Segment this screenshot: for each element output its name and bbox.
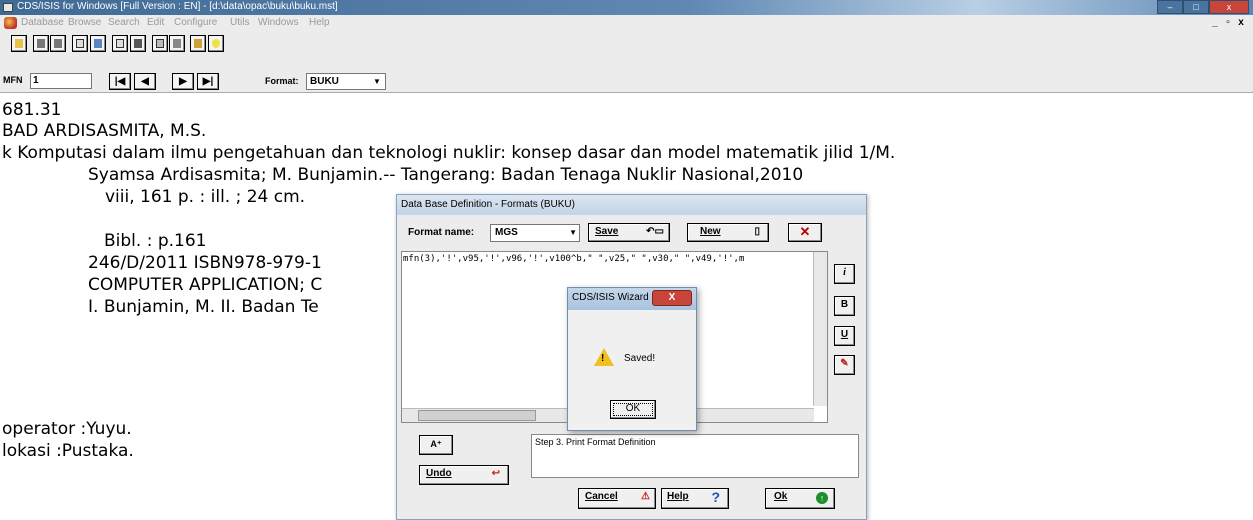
chevron-down-icon[interactable]: ▼ xyxy=(569,225,577,241)
print-txt-icon[interactable] xyxy=(33,35,49,52)
color-pencil-icon[interactable]: ✎ xyxy=(834,355,855,375)
first-record-button[interactable]: |◀ xyxy=(109,73,131,90)
save-button[interactable]: Save ↶▭ xyxy=(588,223,670,242)
menu-edit[interactable]: Edit xyxy=(147,17,164,28)
app-icon xyxy=(3,3,13,12)
app-window: CDS/ISIS for Windows [Full Version : EN]… xyxy=(0,0,1253,520)
format-name-label: Format name: xyxy=(408,227,475,238)
lightbulb-icon[interactable] xyxy=(208,35,224,52)
wizard-ok-button[interactable]: OK xyxy=(610,400,656,419)
record-title: k Komputasi dalam ilmu pengetahuan dan t… xyxy=(2,143,896,163)
undo-arrow-icon: ↩ xyxy=(491,468,500,479)
toolbar xyxy=(0,32,1253,71)
record-title-cont: Syamsa Ardisasmita; M. Bunjamin.-- Tange… xyxy=(88,165,804,185)
dialog-title: Data Base Definition - Formats (BUKU) xyxy=(397,195,866,215)
format-label: Format: xyxy=(265,76,299,86)
warning-triangle-icon: ⚠ xyxy=(641,491,650,502)
send-icon[interactable] xyxy=(169,35,185,52)
mdi-minimize-button[interactable]: _ xyxy=(1209,17,1221,29)
menu-windows[interactable]: Windows xyxy=(258,17,299,28)
menu-utils[interactable]: Utils xyxy=(230,17,249,28)
scroll-thumb[interactable] xyxy=(418,410,536,421)
font-icon[interactable]: A⁺ xyxy=(419,435,453,455)
mdi-close-button[interactable]: x xyxy=(1235,17,1247,29)
save-label: Save xyxy=(595,226,619,237)
undo-label: Undo xyxy=(426,468,452,479)
question-mark-icon: ? xyxy=(711,489,720,505)
isis-app-icon[interactable] xyxy=(4,17,17,29)
step-info-box: Step 3. Print Format Definition xyxy=(531,434,859,478)
save-disk-icon: ↶▭ xyxy=(646,226,664,237)
format-name-select[interactable]: MGS ▼ xyxy=(490,224,580,242)
record-subject: COMPUTER APPLICATION; C xyxy=(88,275,323,295)
mfn-input[interactable]: 1 xyxy=(30,73,92,89)
underline-button[interactable]: U xyxy=(834,326,855,346)
minimize-button[interactable]: – xyxy=(1157,0,1183,14)
wizard-close-button[interactable]: X xyxy=(652,290,692,306)
window-title: CDS/ISIS for Windows [Full Version : EN]… xyxy=(17,1,338,12)
record-location: lokasi :Pustaka. xyxy=(2,441,134,461)
previous-record-button[interactable]: ◀ xyxy=(134,73,156,90)
help-button[interactable]: Help ? xyxy=(661,488,729,509)
last-record-button[interactable]: ▶| xyxy=(197,73,219,90)
delete-icon[interactable]: ✕ xyxy=(788,223,822,242)
menu-help[interactable]: Help xyxy=(309,17,330,28)
menu-database[interactable]: Database xyxy=(21,17,64,28)
chevron-down-icon[interactable]: ▼ xyxy=(370,75,384,88)
form-icon[interactable] xyxy=(152,35,168,52)
record-added-entries: I. Bunjamin, M. II. Badan Te xyxy=(88,297,319,317)
format-editor-text: mfn(3),'!',v95,'!',v96,'!',v100^b," ",v2… xyxy=(403,254,745,264)
pencil-icon[interactable] xyxy=(190,35,206,52)
menu-search[interactable]: Search xyxy=(108,17,140,28)
title-bar: CDS/ISIS for Windows [Full Version : EN]… xyxy=(0,0,1253,15)
ok-button[interactable]: Ok ↑ xyxy=(765,488,835,509)
step-text: Step 3. Print Format Definition xyxy=(535,437,656,447)
close-button[interactable]: x xyxy=(1209,0,1249,14)
new-page-icon: ▯ xyxy=(754,226,760,237)
warning-mark: ! xyxy=(601,353,605,364)
wizard-message-box: CDS/ISIS Wizard X ! Saved! OK xyxy=(567,287,697,431)
menu-bar: Database Browse Search Edit Configure Ut… xyxy=(0,15,1253,32)
bold-button[interactable]: B xyxy=(834,296,855,316)
new-label: New xyxy=(700,226,721,237)
mdi-restore-button[interactable]: ▫ xyxy=(1222,17,1234,29)
open-folder-icon[interactable] xyxy=(11,35,27,52)
preview-icon[interactable] xyxy=(112,35,128,52)
menu-browse[interactable]: Browse xyxy=(68,17,101,28)
record-navigation-bar: MFN 1 |◀ ◀ ▶ ▶| Format: BUKU ▼ xyxy=(0,71,1253,93)
record-isbn: 246/D/2011 ISBN978-979-1 xyxy=(88,253,322,273)
record-bibliography: Bibl. : p.161 xyxy=(104,231,207,251)
format-name-value: MGS xyxy=(495,227,518,238)
help-label: Help xyxy=(667,491,689,502)
print-rtf-icon[interactable] xyxy=(50,35,66,52)
record-collation: viii, 161 p. : ill. ; 24 cm. xyxy=(105,187,306,207)
print-icon[interactable] xyxy=(130,35,146,52)
cancel-label: Cancel xyxy=(585,491,618,502)
format-select[interactable]: BUKU ▼ xyxy=(306,73,386,90)
paste-icon[interactable] xyxy=(90,35,106,52)
ok-label: Ok xyxy=(774,491,788,502)
new-button[interactable]: New ▯ xyxy=(687,223,769,242)
cancel-button[interactable]: Cancel ⚠ xyxy=(578,488,656,509)
undo-button[interactable]: Undo ↩ xyxy=(419,465,509,485)
record-call-number: 681.31 xyxy=(2,100,62,120)
record-operator: operator :Yuyu. xyxy=(2,419,132,439)
record-author: BAD ARDISASMITA, M.S. xyxy=(2,121,207,141)
copy-icon[interactable] xyxy=(72,35,88,52)
wizard-message: Saved! xyxy=(624,353,656,364)
mfn-label: MFN xyxy=(3,75,23,85)
maximize-button[interactable]: □ xyxy=(1183,0,1209,14)
vertical-scrollbar[interactable] xyxy=(813,252,827,406)
italic-button[interactable]: i xyxy=(834,264,855,284)
green-arrow-icon: ↑ xyxy=(816,492,828,504)
menu-configure[interactable]: Configure xyxy=(174,17,217,28)
format-value: BUKU xyxy=(310,76,339,87)
next-record-button[interactable]: ▶ xyxy=(172,73,194,90)
